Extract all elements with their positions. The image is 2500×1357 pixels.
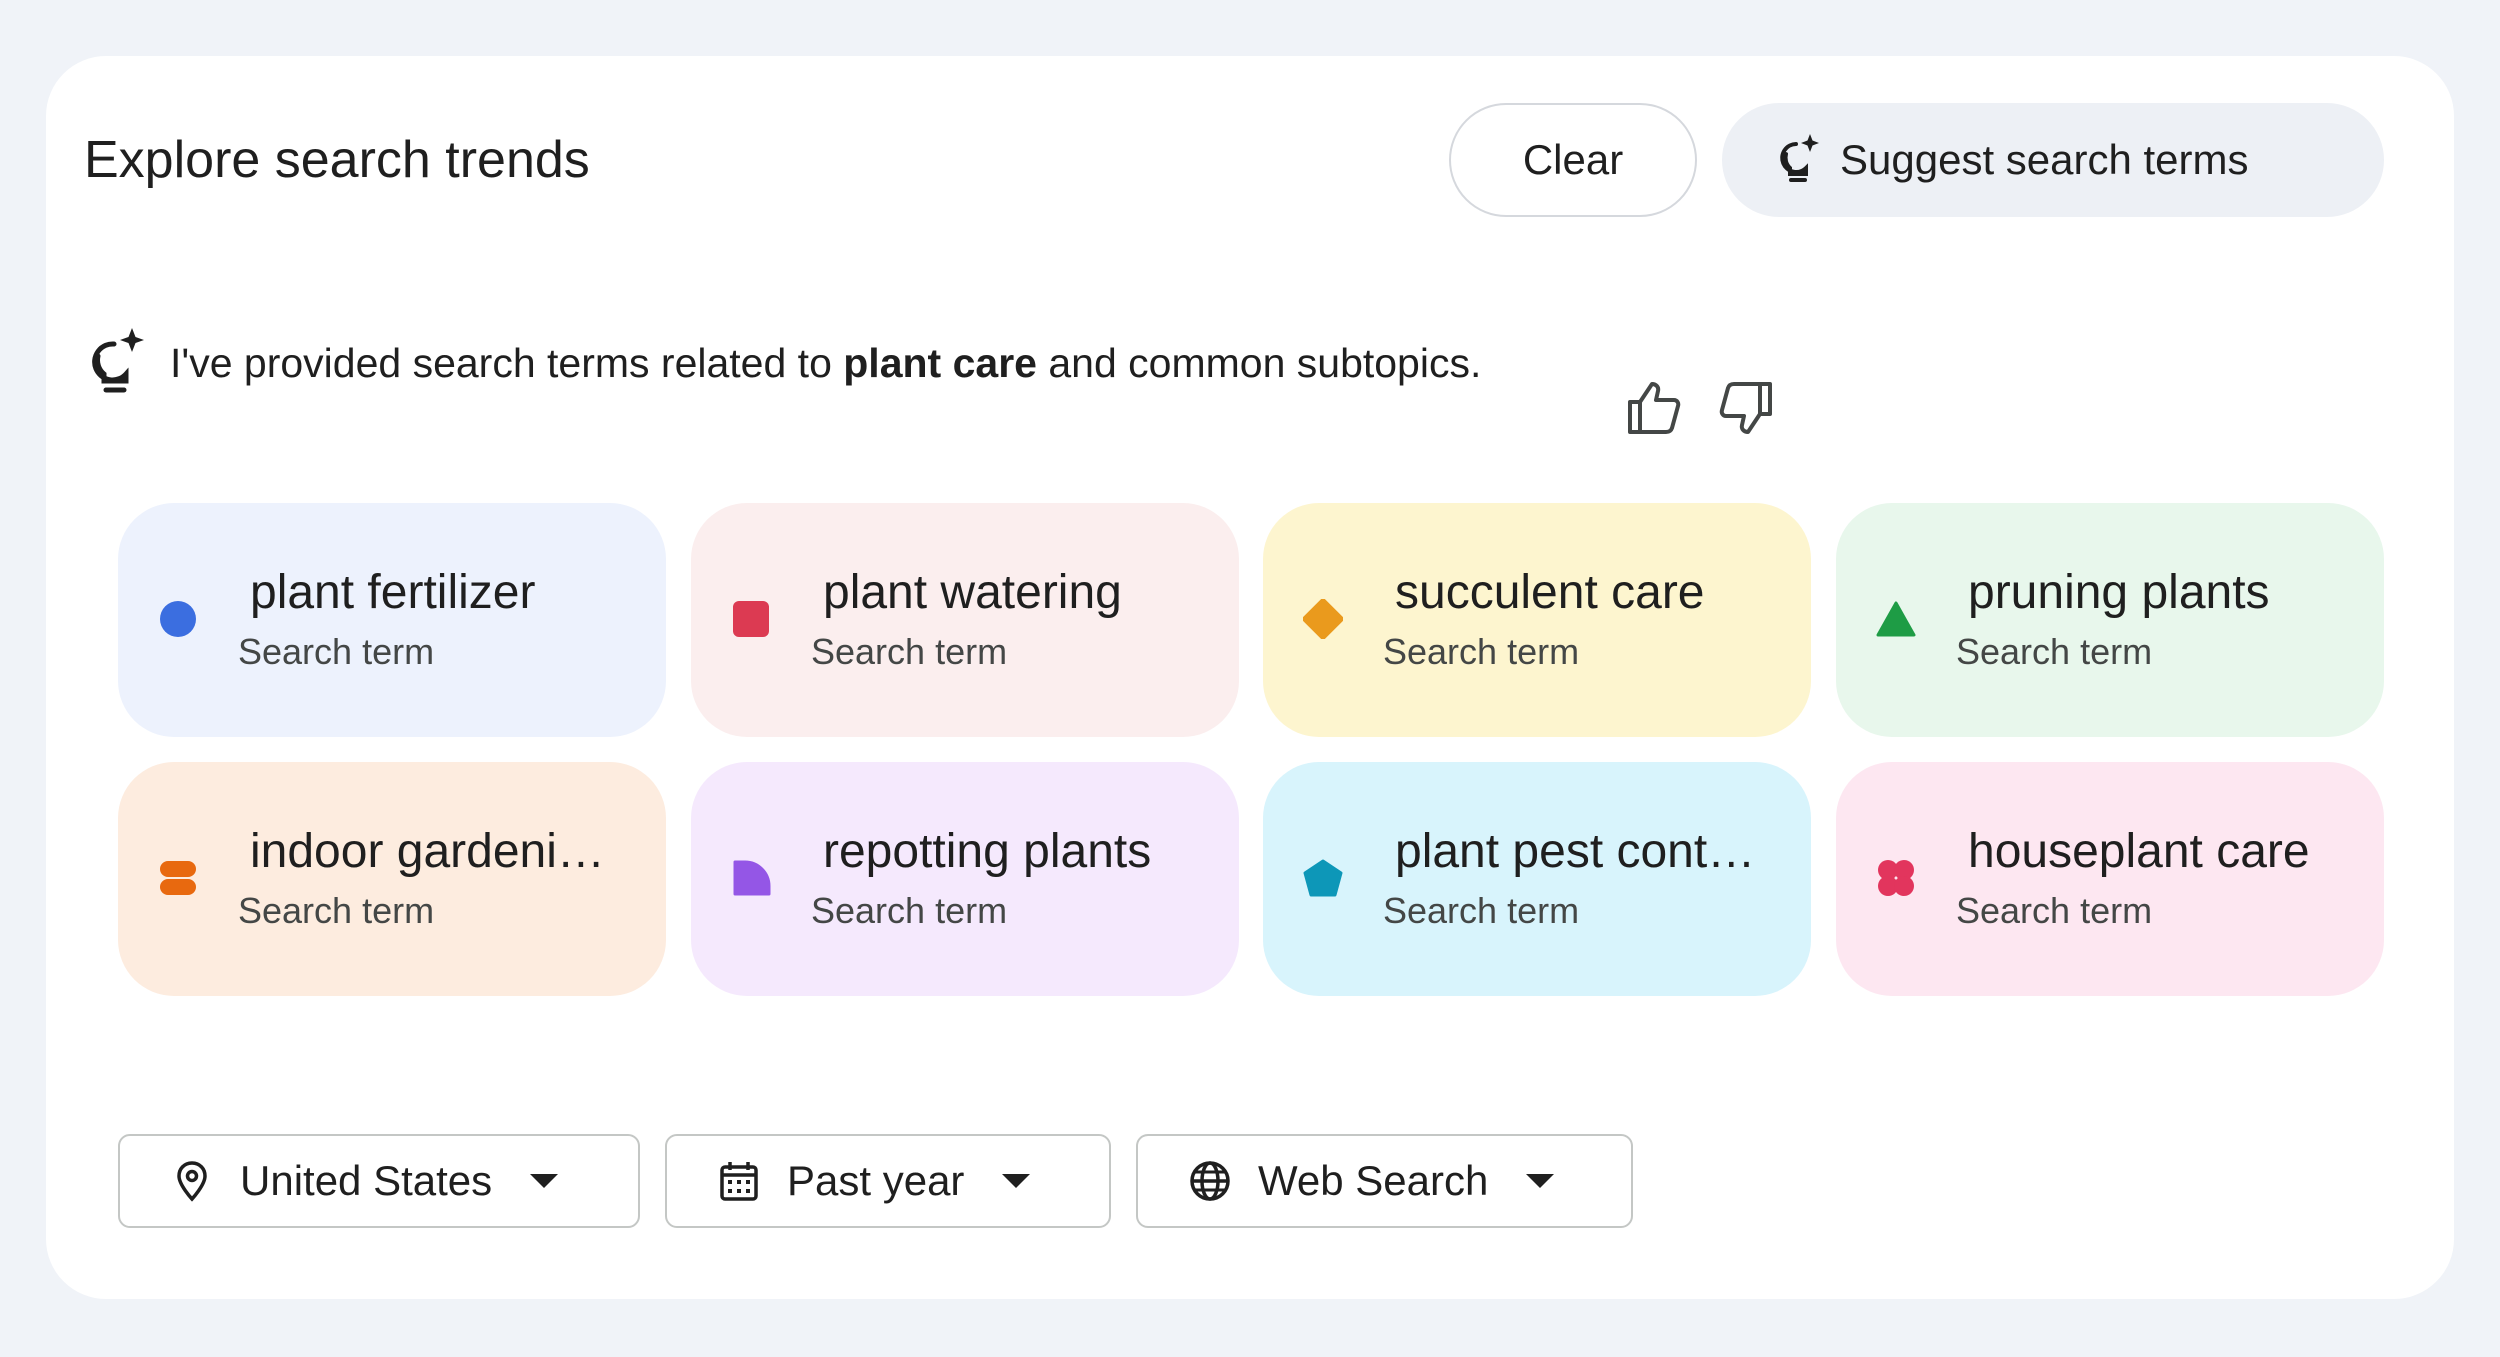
search-term-chip[interactable]: repotting plants Search term — [691, 762, 1239, 996]
diamond-shape-icon — [1303, 599, 1343, 639]
search-term-chip[interactable]: plant watering Search term — [691, 503, 1239, 737]
search-term-label: repotting plants — [823, 825, 1152, 878]
sparkle-lightbulb-icon — [92, 328, 144, 393]
ai-response-topic: plant care — [843, 339, 1037, 386]
ai-response-text: I've provided search terms related to pl… — [170, 340, 1481, 387]
search-term-type: Search term — [1956, 890, 2153, 931]
search-property-dropdown[interactable]: Web Search — [1136, 1134, 1633, 1228]
search-term-chip[interactable]: pruning plants Search term — [1836, 503, 2384, 737]
suggest-search-terms-button[interactable]: Suggest search terms — [1722, 103, 2384, 217]
search-term-label: plant watering — [823, 566, 1122, 619]
ai-response-prefix: I've provided search terms related to — [170, 339, 844, 386]
search-term-label: plant pest cont… — [1395, 825, 1756, 878]
search-term-label: pruning plants — [1968, 566, 2270, 619]
sparkle-lightbulb-icon — [1780, 134, 1819, 182]
globe-icon — [1190, 1161, 1230, 1201]
triangle-shape-icon — [1876, 601, 1916, 637]
pill-stack-shape-icon — [160, 861, 196, 895]
chevron-down-icon — [530, 1174, 559, 1188]
square-shape-icon — [733, 601, 769, 637]
search-term-chip[interactable]: indoor gardeni… Search term — [118, 762, 666, 996]
ai-response-row: I've provided search terms related to pl… — [84, 318, 1481, 408]
search-term-type: Search term — [1383, 890, 1580, 931]
quarter-shape-icon — [733, 860, 771, 896]
page-title: Explore search trends — [84, 131, 590, 189]
ai-response-suffix: and common subtopics. — [1036, 339, 1482, 386]
search-term-chip[interactable]: plant fertilizer Search term — [118, 503, 666, 737]
thumbs-down-icon[interactable] — [1716, 378, 1776, 438]
suggest-button-label: Suggest search terms — [1840, 136, 2249, 183]
search-term-type: Search term — [1383, 631, 1580, 672]
circle-shape-icon — [160, 601, 196, 637]
search-term-type: Search term — [238, 890, 435, 931]
search-term-chip[interactable]: plant pest cont… Search term — [1263, 762, 1811, 996]
pentagon-shape-icon — [1303, 859, 1343, 897]
location-pin-icon — [177, 1161, 207, 1202]
thumbs-up-icon[interactable] — [1624, 378, 1684, 438]
search-term-chip[interactable]: houseplant care Search term — [1836, 762, 2384, 996]
chevron-down-icon — [1002, 1174, 1031, 1188]
time-range-label: Past year — [787, 1157, 965, 1204]
flower-shape-icon — [1878, 860, 1914, 896]
search-term-type: Search term — [811, 890, 1008, 931]
search-term-label: succulent care — [1395, 566, 1705, 619]
search-term-label: houseplant care — [1968, 825, 2310, 878]
time-range-dropdown[interactable]: Past year — [665, 1134, 1111, 1228]
calendar-icon — [720, 1162, 758, 1201]
clear-button[interactable]: Clear — [1449, 103, 1697, 217]
search-term-type: Search term — [238, 631, 435, 672]
search-property-label: Web Search — [1258, 1157, 1489, 1204]
clear-button-label: Clear — [1522, 136, 1624, 183]
chevron-down-icon — [1526, 1174, 1555, 1188]
location-label: United States — [240, 1157, 493, 1204]
search-term-type: Search term — [811, 631, 1008, 672]
search-term-chip[interactable]: succulent care Search term — [1263, 503, 1811, 737]
search-term-label: plant fertilizer — [250, 566, 536, 619]
location-dropdown[interactable]: United States — [118, 1134, 640, 1228]
search-term-type: Search term — [1956, 631, 2153, 672]
search-term-label: indoor gardeni… — [250, 825, 605, 878]
